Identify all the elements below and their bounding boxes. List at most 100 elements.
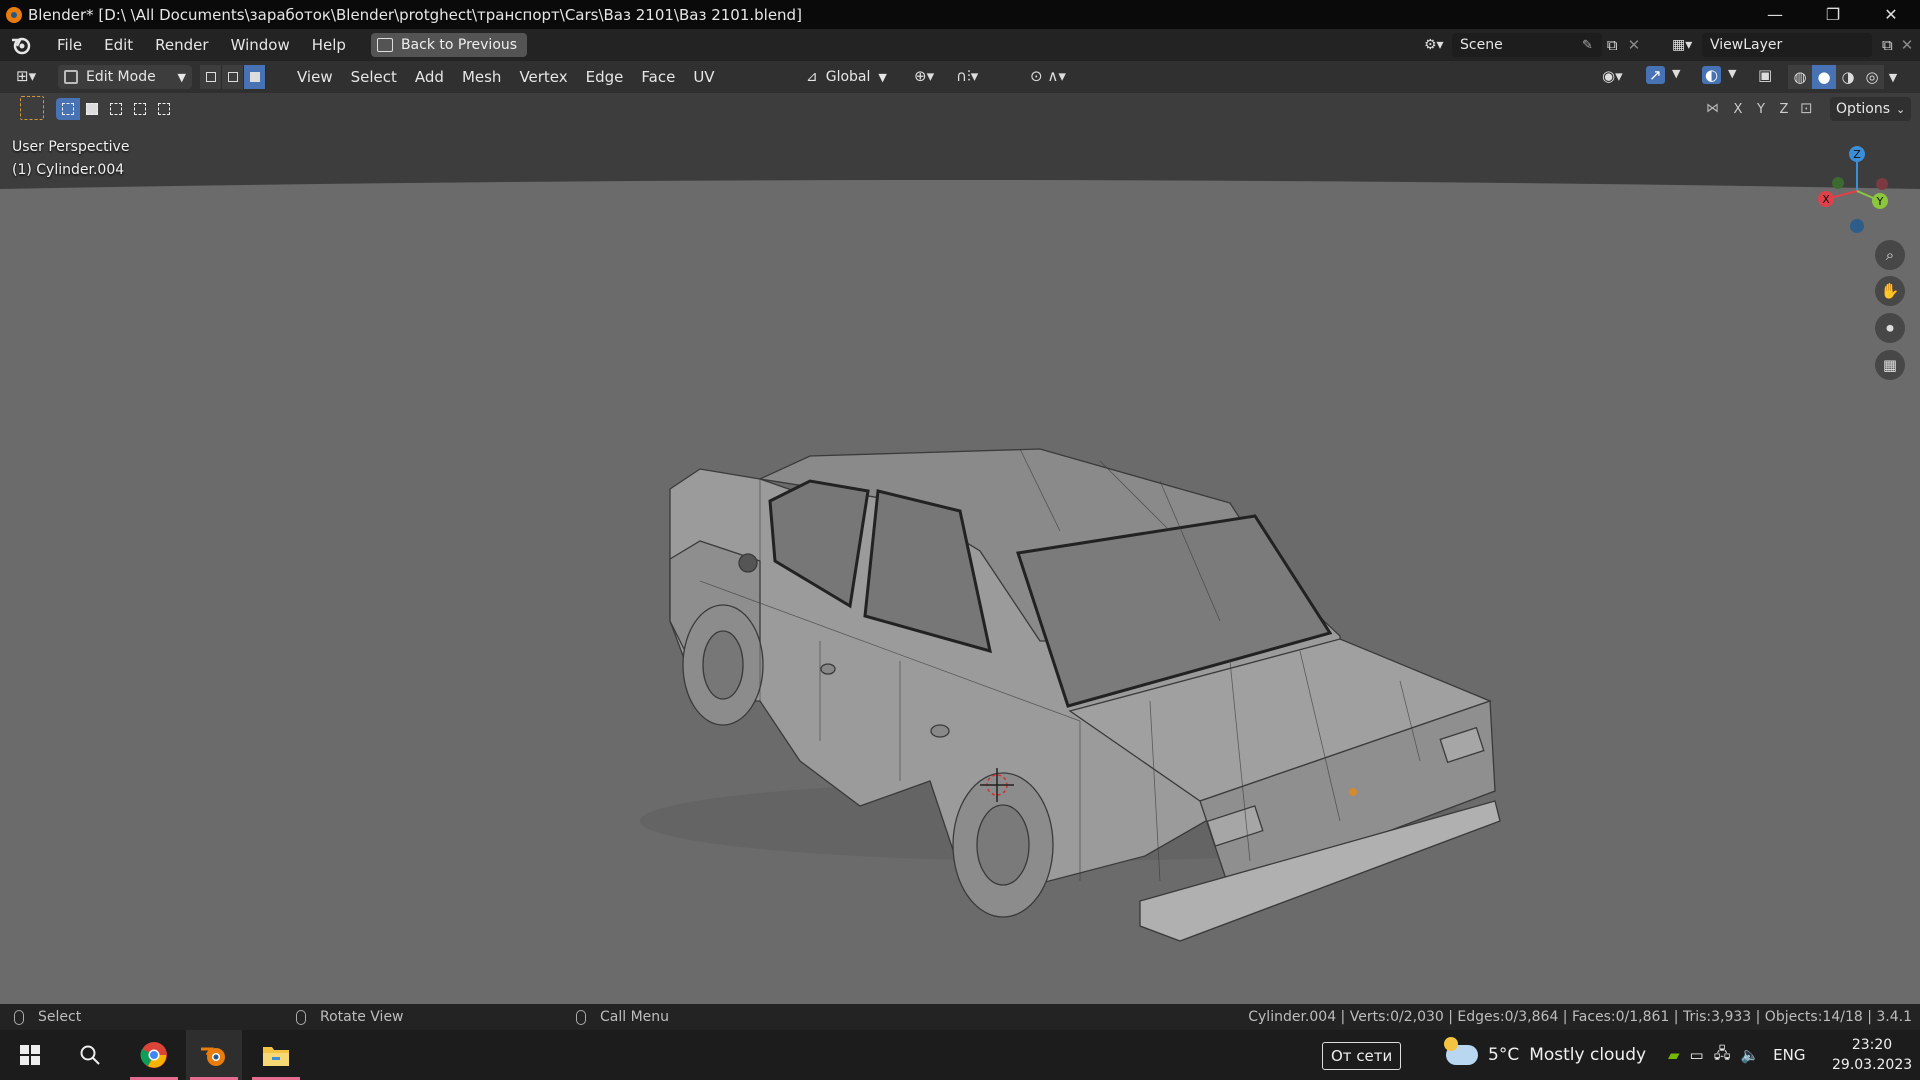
invert-selection-button[interactable] xyxy=(128,98,152,120)
scene-name: Scene xyxy=(1460,37,1503,53)
menu-edit[interactable]: Edit xyxy=(93,29,144,61)
scene-statistics: Cylinder.004 | Verts:0/2,030 | Edges:0/3… xyxy=(1248,1009,1912,1025)
menu-help[interactable]: Help xyxy=(301,29,357,61)
status-menu: Call Menu xyxy=(576,1009,669,1025)
new-viewlayer-icon[interactable]: ⧉ xyxy=(1882,36,1893,54)
overlay-toggle-icon[interactable]: ◐ xyxy=(1702,66,1722,84)
delete-scene-icon[interactable]: ✕ xyxy=(1628,36,1641,54)
subtract-selection-button[interactable] xyxy=(104,98,128,120)
editor-type-icon[interactable]: ⊞▾ xyxy=(16,67,36,85)
material-shading-icon[interactable]: ◑ xyxy=(1836,65,1860,89)
rendered-shading-icon[interactable]: ◎ xyxy=(1860,65,1884,89)
menu-face[interactable]: Face xyxy=(632,68,684,86)
volume-icon[interactable]: 🔈 xyxy=(1740,1046,1759,1064)
perspective-toggle-icon[interactable]: ▦ xyxy=(1875,350,1905,380)
menu-uv[interactable]: UV xyxy=(684,68,723,86)
proportional-edit-icon[interactable]: ⊙ ∧▾ xyxy=(1030,67,1066,85)
menu-vertex[interactable]: Vertex xyxy=(510,68,576,86)
back-to-previous-button[interactable]: Back to Previous xyxy=(370,33,528,57)
taskbar-chrome[interactable] xyxy=(126,1030,182,1080)
clock[interactable]: 23:20 29.03.2023 xyxy=(1832,1035,1912,1075)
selection-mode-group xyxy=(56,98,176,120)
weather-temp: 5°C xyxy=(1488,1045,1520,1065)
gizmo-dropdown-icon[interactable]: ▼ xyxy=(1672,67,1680,80)
solid-shading-icon[interactable]: ● xyxy=(1812,65,1836,89)
gizmo-z-label: Z xyxy=(1853,148,1861,161)
weather-widget[interactable]: 5°C Mostly cloudy xyxy=(1444,1037,1646,1070)
options-label: Options xyxy=(1836,101,1891,117)
orientation-label: Global xyxy=(825,69,871,85)
blender-app-icon xyxy=(6,6,22,23)
menu-file[interactable]: File xyxy=(46,29,93,61)
snap-icon[interactable]: ∩⫶▾ xyxy=(956,67,978,85)
viewport-info: User Perspective (1) Cylinder.004 xyxy=(12,136,129,182)
perspective-label: User Perspective xyxy=(12,139,130,155)
menu-window[interactable]: Window xyxy=(220,29,301,61)
close-button[interactable]: ✕ xyxy=(1862,0,1920,29)
set-selection-button[interactable] xyxy=(56,98,80,120)
nvidia-icon[interactable]: ▰ xyxy=(1668,1046,1680,1064)
transform-orientation[interactable]: ⊿ Global ▼ xyxy=(806,65,887,89)
pivot-icon[interactable]: ⊕▾ xyxy=(914,67,934,85)
zoom-icon[interactable]: ⌕ xyxy=(1875,240,1905,270)
taskbar-explorer[interactable] xyxy=(248,1030,304,1080)
menu-add[interactable]: Add xyxy=(406,68,453,86)
scene-icon[interactable]: ⚙▾ xyxy=(1424,37,1452,53)
clock-date: 29.03.2023 xyxy=(1832,1057,1913,1073)
chevron-down-icon: ⌄ xyxy=(1896,102,1906,116)
viewlayer-icon[interactable]: ▦▾ xyxy=(1672,37,1702,53)
camera-view-icon[interactable]: ⏺ xyxy=(1875,313,1905,343)
options-dropdown[interactable]: Options ⌄ xyxy=(1830,97,1912,121)
xray-icon[interactable]: ▣ xyxy=(1758,66,1772,84)
intersect-selection-button[interactable] xyxy=(152,98,176,120)
menu-edge[interactable]: Edge xyxy=(577,68,633,86)
edge-select-button[interactable] xyxy=(222,65,244,89)
minimize-button[interactable]: — xyxy=(1746,0,1804,29)
select-box-tool-icon[interactable] xyxy=(20,96,44,120)
maximize-button[interactable]: ❐ xyxy=(1804,0,1862,29)
language-indicator[interactable]: ENG xyxy=(1773,1046,1805,1064)
gizmo-toggle-icon[interactable]: ↗ xyxy=(1646,66,1665,84)
delete-viewlayer-icon[interactable]: ✕ xyxy=(1901,36,1914,54)
system-tray: ▰ ▭ 🖧 🔈 ENG xyxy=(1668,1030,1815,1080)
tool-settings-bar: ⋈ X Y Z ⊡ Options ⌄ xyxy=(0,93,1920,125)
status-rotate: Rotate View xyxy=(296,1009,404,1025)
viewport-header: ⊞▾ Edit Mode ▼ View Select Add Mesh Vert… xyxy=(0,61,1920,93)
pan-hand-icon[interactable]: ✋ xyxy=(1875,276,1905,306)
blender-logo-icon[interactable] xyxy=(10,34,32,56)
shading-mode-group: ◍ ● ◑ ◎ ▼ xyxy=(1788,65,1902,89)
mirror-icon[interactable]: ⋈ xyxy=(1706,101,1719,116)
3d-viewport[interactable]: Z X Y ⌕ ✋ ⏺ ▦ xyxy=(0,61,1920,1004)
vertex-select-button[interactable] xyxy=(200,65,222,89)
mode-selector[interactable]: Edit Mode ▼ xyxy=(58,65,192,89)
wireframe-shading-icon[interactable]: ◍ xyxy=(1788,65,1812,89)
pin-icon[interactable]: ✎ xyxy=(1582,38,1593,53)
mirror-x-toggle[interactable]: X xyxy=(1727,98,1749,120)
overlay-dropdown-icon[interactable]: ▼ xyxy=(1728,67,1736,80)
menu-view[interactable]: View xyxy=(288,68,342,86)
status-select-label: Select xyxy=(38,1009,82,1025)
gizmo-x-label: X xyxy=(1822,193,1830,206)
header-menus: View Select Add Mesh Vertex Edge Face UV xyxy=(288,65,724,89)
menu-mesh[interactable]: Mesh xyxy=(453,68,511,86)
navigation-gizmo[interactable]: Z X Y xyxy=(1812,141,1902,241)
mirror-y-toggle[interactable]: Y xyxy=(1750,98,1772,120)
battery-icon[interactable]: ▭ xyxy=(1690,1046,1704,1064)
menu-select[interactable]: Select xyxy=(342,68,406,86)
search-button[interactable] xyxy=(62,1030,118,1080)
start-button[interactable] xyxy=(2,1030,58,1080)
new-scene-icon[interactable]: ⧉ xyxy=(1607,36,1618,54)
visibility-icon[interactable]: ◉▾ xyxy=(1602,67,1623,85)
mirror-z-toggle[interactable]: Z xyxy=(1773,98,1795,120)
face-select-button[interactable] xyxy=(244,65,266,89)
network-status[interactable]: От сети xyxy=(1322,1042,1402,1070)
shading-dropdown-icon[interactable]: ▼ xyxy=(1884,65,1902,89)
scene-name-field[interactable]: Scene xyxy=(1452,33,1602,57)
menu-render[interactable]: Render xyxy=(144,29,219,61)
auto-merge-icon[interactable]: ⊡ xyxy=(1800,99,1813,117)
viewlayer-name-field[interactable]: ViewLayer xyxy=(1702,33,1872,57)
chevron-down-icon: ▼ xyxy=(878,70,887,84)
network-icon[interactable]: 🖧 xyxy=(1714,1043,1731,1068)
extend-selection-button[interactable] xyxy=(80,98,104,120)
taskbar-blender[interactable] xyxy=(186,1030,242,1080)
